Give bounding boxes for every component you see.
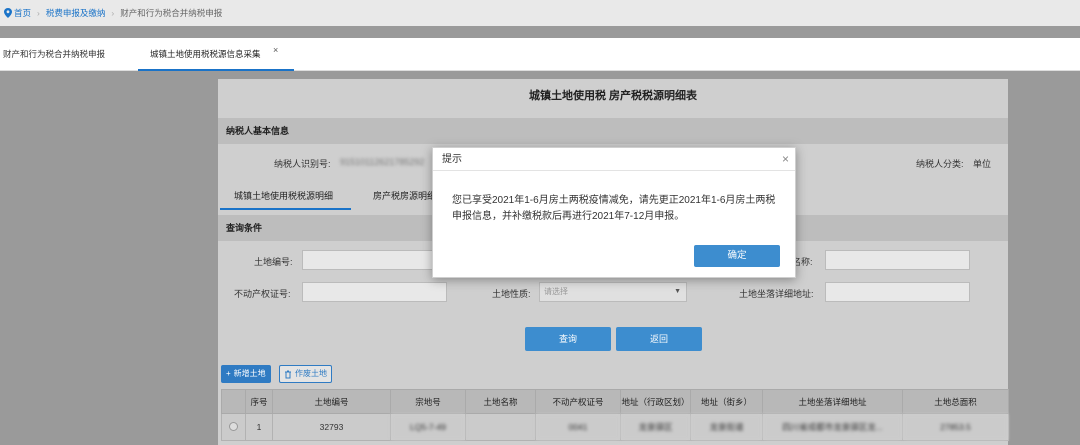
taxpayer-category-value: 单位	[973, 159, 992, 169]
taxpayer-id-value: 91510112621785292	[340, 157, 425, 167]
breadcrumb-home[interactable]: 首页	[4, 7, 31, 19]
breadcrumb-separator: ›	[111, 8, 115, 18]
dialog-message: 您已享受2021年1-6月房土两税疫情减免，请先更正2021年1-6月房土两税申…	[452, 195, 776, 222]
add-land-button[interactable]: + 新增土地	[221, 365, 271, 383]
table-cell: 四川省成都市龙泉驿区龙...	[762, 413, 903, 441]
back-button[interactable]: 返回	[616, 327, 702, 351]
column-header: 土地总面积	[902, 389, 1009, 414]
breadcrumb-level2: 财产和行为税合并纳税申报	[120, 8, 223, 18]
column-header: 地址（行政区划）	[620, 389, 691, 414]
row-select-cell[interactable]	[221, 413, 246, 441]
land-address-input[interactable]	[825, 282, 970, 302]
land-no-input[interactable]	[302, 250, 447, 270]
active-subtab-indicator	[220, 208, 351, 210]
void-land-button[interactable]: 作废土地	[279, 365, 332, 383]
table-cell: LQ5-7-49	[390, 413, 466, 441]
land-nature-label: 土地性质:	[492, 289, 531, 299]
table-cell	[465, 413, 536, 441]
table-cell: 27853.5	[902, 413, 1009, 441]
land-no-label: 土地编号:	[254, 257, 293, 267]
breadcrumb-separator: ›	[37, 8, 40, 18]
tab-close-icon[interactable]: ×	[273, 45, 278, 55]
land-nature-placeholder: 请选择	[544, 287, 568, 296]
tab-bar: 财产和行为税合并纳税申报 城镇土地使用税税源信息采集 ×	[0, 38, 1080, 71]
realty-cert-label: 不动产权证号:	[234, 289, 291, 299]
breadcrumb-home-label: 首页	[14, 8, 32, 18]
table-cell: 龙泉街道	[690, 413, 763, 441]
add-land-label: 新增土地	[233, 369, 266, 378]
table-header-row: 序号 土地编号 宗地号 土地名称 不动产权证号 地址（行政区划） 地址（街乡） …	[221, 389, 1009, 414]
column-header: 土地编号	[272, 389, 391, 414]
trash-icon	[285, 370, 291, 378]
column-header: 不动产权证号	[535, 389, 621, 414]
table-cell: 1	[245, 413, 273, 441]
notice-dialog: 提示 × 您已享受2021年1-6月房土两税疫情减免，请先更正2021年1-6月…	[432, 147, 796, 278]
confirm-button[interactable]: 确定	[694, 245, 780, 267]
land-address-label: 土地坐落详细地址:	[739, 289, 814, 299]
close-icon[interactable]: ×	[782, 152, 789, 166]
land-name-input[interactable]	[825, 250, 970, 270]
land-table: 序号 土地编号 宗地号 土地名称 不动产权证号 地址（行政区划） 地址（街乡） …	[221, 389, 1009, 441]
dialog-title: 提示	[433, 148, 795, 171]
basic-info-section-header: 纳税人基本信息	[218, 118, 1008, 144]
table-cell: 龙泉驿区	[620, 413, 691, 441]
table-row[interactable]: 1 32793 LQ5-7-49 0041 龙泉驿区 龙泉街道 四川省成都市龙泉…	[221, 413, 1009, 441]
table-cell: 32793	[272, 413, 391, 441]
taxpayer-id-label: 纳税人识别号:	[274, 159, 331, 169]
query-button[interactable]: 查询	[525, 327, 611, 351]
form-title: 城镇土地使用税 房产税税源明细表	[528, 90, 698, 102]
row-radio[interactable]	[229, 421, 238, 431]
taxpayer-category-label: 纳税人分类:	[916, 159, 964, 169]
column-header: 宗地号	[390, 389, 466, 414]
tab-combined-declaration[interactable]: 财产和行为税合并纳税申报	[3, 48, 105, 60]
column-header: 土地名称	[465, 389, 536, 414]
realty-cert-input[interactable]	[302, 282, 447, 302]
column-header: 土地坐落详细地址	[762, 389, 903, 414]
land-nature-select[interactable]: 请选择 ▼	[539, 282, 687, 302]
breadcrumb: 首页 › 税费申报及缴纳 › 财产和行为税合并纳税申报	[0, 0, 1080, 26]
active-tab-indicator	[138, 69, 294, 71]
subtab-property-tax-detail[interactable]: 房产税房源明细	[373, 189, 436, 202]
void-land-label: 作废土地	[295, 369, 327, 378]
table-cell: 0041	[535, 413, 621, 441]
subtab-land-tax-detail[interactable]: 城镇土地使用税税源明细	[234, 189, 333, 202]
plus-icon: +	[226, 369, 231, 378]
location-pin-icon	[4, 8, 12, 18]
breadcrumb-level1[interactable]: 税费申报及缴纳	[46, 7, 106, 19]
chevron-down-icon: ▼	[674, 288, 681, 295]
column-header: 序号	[245, 389, 273, 414]
column-header: 地址（街乡）	[690, 389, 763, 414]
column-header	[221, 389, 246, 414]
tab-land-tax-collection[interactable]: 城镇土地使用税税源信息采集	[150, 48, 261, 60]
